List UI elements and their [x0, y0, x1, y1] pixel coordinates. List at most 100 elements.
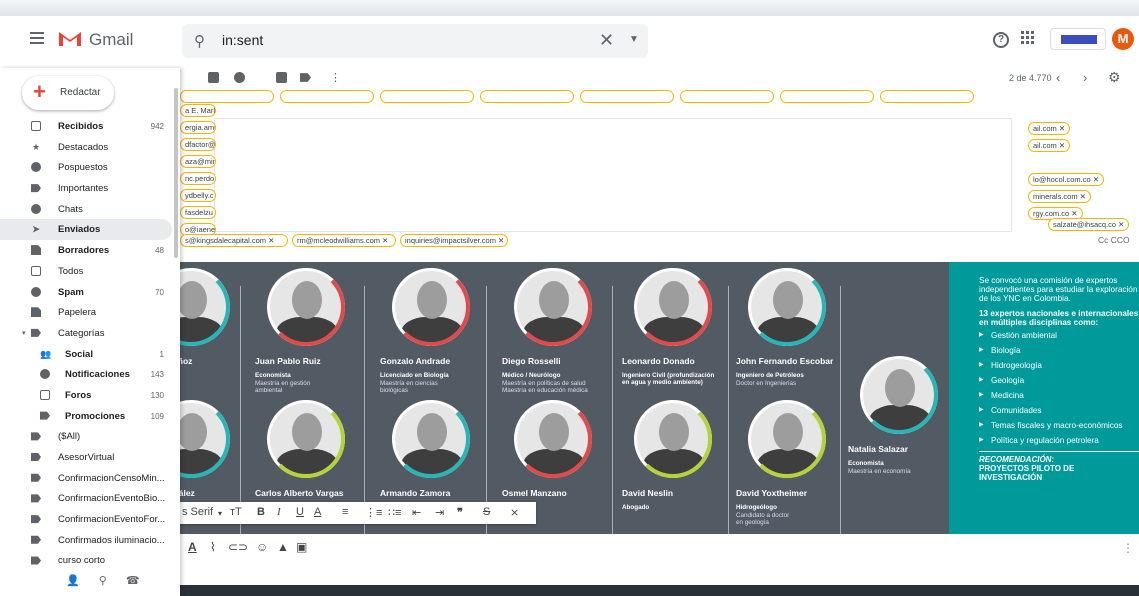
recipient-chip[interactable]: lo@hocol.com.co ✕ — [1028, 173, 1105, 186]
recipient-chip[interactable]: inquiries@impactsilver.com ✕ — [400, 234, 508, 247]
indent-less-icon[interactable]: ⇤ — [412, 506, 421, 519]
recipient-chip[interactable]: ail.com ✕ — [1028, 139, 1071, 152]
sidebar-item[interactable]: Pospuestos — [0, 157, 172, 178]
recipient-chip[interactable]: ergia.aml — [180, 121, 216, 134]
sidebar-item[interactable]: AsesorVirtual — [0, 447, 172, 468]
font-dropdown-icon[interactable]: ▾ — [218, 509, 222, 518]
sidebar-scrollbar[interactable] — [174, 88, 178, 258]
sidebar-item[interactable]: Papelera — [0, 302, 172, 323]
sidebar-item[interactable]: Todos — [0, 261, 172, 282]
sidebar-item[interactable]: ➤ Enviados — [0, 219, 172, 241]
recipient-chip[interactable] — [780, 90, 874, 103]
sidebar-item[interactable]: Borradores 48 — [0, 240, 172, 261]
label-icon[interactable] — [300, 73, 311, 82]
search-bar[interactable]: ⚲ ✕ ▼ — [182, 24, 648, 58]
discipline-list: Gestión ambiental Biología Hidrogeología Ge… — [979, 331, 1139, 445]
app-name[interactable]: Gmail — [89, 30, 133, 50]
recipient-chip[interactable] — [480, 90, 574, 103]
expand-caret-icon[interactable]: ▾ — [22, 329, 26, 337]
column-divider — [364, 286, 365, 534]
sidebar-item[interactable]: Confirmados iluminacio... — [0, 530, 172, 551]
sidebar-item[interactable]: ConfirmacionEventoFor... — [0, 509, 172, 530]
recipient-chip[interactable]: aza@min — [180, 155, 216, 168]
text-color-icon[interactable]: A — [314, 506, 321, 518]
align-icon[interactable]: ≡ — [342, 506, 348, 518]
recipient-chip[interactable] — [680, 90, 774, 103]
search-options-icon[interactable]: ▼ — [629, 34, 639, 45]
organization-logo[interactable] — [1050, 28, 1106, 50]
font-family-select[interactable]: s Serif — [182, 506, 213, 518]
quote-icon[interactable]: ❞ — [457, 506, 463, 519]
settings-gear-icon[interactable]: ⚙ — [1108, 69, 1121, 86]
recipient-chip[interactable] — [880, 90, 974, 103]
recipient-chip[interactable]: salzate@ihsacq.co ✕ — [1048, 218, 1130, 231]
formatting-options-icon[interactable]: A — [188, 540, 197, 554]
sidebar-item[interactable]: Recibidos 942 — [0, 116, 172, 137]
strikethrough-icon[interactable]: S — [483, 506, 490, 518]
emoji-icon[interactable]: ☺ — [256, 540, 268, 554]
more-actions-icon[interactable]: ⋮ — [330, 71, 341, 84]
account-avatar[interactable]: M — [1112, 28, 1134, 50]
underline-icon[interactable]: U — [296, 506, 304, 518]
italic-icon[interactable]: I — [277, 506, 281, 518]
recipient-chip[interactable] — [280, 90, 374, 103]
link-icon[interactable]: ⊂⊃ — [228, 540, 248, 554]
cc-bcc-link[interactable]: Cc CCO — [1098, 235, 1130, 245]
clear-format-icon[interactable]: ⨯ — [510, 506, 519, 519]
hangouts-footer-icons[interactable]: 👤 ⚲ ☎ — [66, 574, 148, 587]
indent-more-icon[interactable]: ⇥ — [435, 506, 444, 519]
compose-label: Redactar — [60, 87, 101, 98]
sidebar-item[interactable]: curso corto — [0, 550, 172, 571]
numbered-list-icon[interactable]: ⋮≡ — [365, 506, 382, 519]
recipient-chip[interactable] — [180, 90, 274, 103]
sidebar-item[interactable]: Foros 130 — [0, 385, 172, 406]
search-input[interactable] — [222, 32, 562, 48]
compose-button[interactable]: + Redactar — [22, 76, 114, 110]
photo-accent-ring — [634, 268, 712, 346]
expert-description: Maestría en políticas de salud Maestría … — [502, 380, 588, 394]
sidebar-item[interactable]: Chats — [0, 199, 172, 220]
sidebar-item[interactable]: ($All) — [0, 426, 172, 447]
recipient-chip[interactable]: nc.perdo — [180, 172, 216, 185]
apps-grid-icon[interactable] — [1021, 31, 1035, 45]
recipient-chip[interactable]: fasdelzu — [180, 206, 216, 219]
more-options-icon[interactable]: ⋮ — [1122, 541, 1134, 555]
sidebar-item[interactable]: ▾ Categorías — [0, 323, 172, 344]
sidebar-item[interactable]: Notificaciones 143 — [0, 364, 172, 385]
recipient-chip[interactable]: dfactor@ — [180, 138, 216, 151]
sidebar-item[interactable]: Spam 70 — [0, 282, 172, 303]
sidebar-item[interactable]: ConfirmacionCensoMin... — [0, 468, 172, 489]
bold-icon[interactable]: B — [257, 506, 265, 518]
add-task-icon[interactable] — [276, 72, 287, 83]
recipient-chip[interactable] — [380, 90, 474, 103]
sidebar-item[interactable]: 👥 Social 1 — [0, 344, 172, 365]
sidebar-item[interactable]: Importantes — [0, 178, 172, 199]
recipient-chip[interactable] — [580, 90, 674, 103]
gmail-logo-icon[interactable] — [58, 29, 82, 47]
sidebar-item[interactable]: Promociones 109 — [0, 406, 172, 427]
main-menu-icon[interactable] — [30, 32, 44, 44]
sidebar-item[interactable]: ★ Destacados — [0, 137, 172, 158]
recipient-field[interactable]: Cc CCO a E. Marl ergia.aml dfactor@ aza@min… — [180, 90, 1139, 252]
recipient-chip[interactable]: rm@mcleodwilliams.com ✕ — [292, 234, 396, 247]
next-page-icon[interactable]: › — [1083, 70, 1087, 85]
font-size-icon[interactable]: ᴛT — [230, 506, 242, 518]
photo-icon[interactable]: ▣ — [296, 540, 307, 554]
attach-icon[interactable]: ⌇ — [210, 540, 216, 554]
recipient-chip[interactable]: ail.com ✕ — [1028, 122, 1071, 135]
help-icon[interactable]: ? — [993, 32, 1009, 48]
prev-page-icon[interactable]: ‹ — [1056, 70, 1060, 85]
drive-icon[interactable]: ▲ — [277, 540, 289, 554]
recipient-chip[interactable]: a E. Marl — [180, 104, 216, 117]
recipient-chip[interactable]: minerals.com ✕ — [1028, 190, 1091, 203]
bulleted-list-icon[interactable]: ∷≡ — [388, 506, 401, 519]
photo-accent-ring — [267, 268, 345, 346]
archive-icon[interactable] — [208, 72, 219, 83]
snooze-icon[interactable] — [234, 72, 245, 83]
sidebar-item[interactable]: ConfirmacionEventoBio... — [0, 488, 172, 509]
sidebar-item-count: 70 — [155, 287, 164, 297]
recipient-chip[interactable]: ydbelly.c — [180, 189, 216, 202]
recipient-chip[interactable]: s@kingsdalecapital.com ✕ — [180, 234, 288, 247]
clear-search-icon[interactable]: ✕ — [599, 30, 614, 51]
search-icon[interactable]: ⚲ — [194, 32, 205, 50]
